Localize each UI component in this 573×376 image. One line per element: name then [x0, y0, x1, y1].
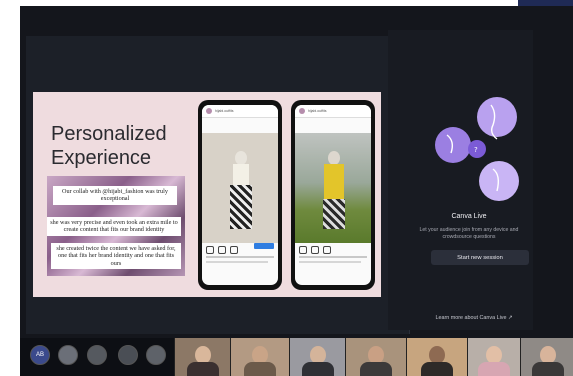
- participant-video-5[interactable]: [406, 338, 467, 376]
- post-username-1: hijabi.outfits: [215, 109, 234, 113]
- post-header-2: hijabi.outfits: [295, 105, 371, 118]
- post-cta-button-1: [254, 243, 274, 249]
- heart-icon: [206, 246, 214, 254]
- post-caption-line-2: [299, 261, 361, 263]
- presentation-slide: Personalized Experience Our collab with …: [33, 92, 381, 297]
- post-photo-2: [295, 133, 371, 243]
- phone-screen-2: hijabi.outfits: [295, 105, 371, 285]
- heart-icon: [299, 246, 307, 254]
- learn-more-link[interactable]: Learn more about Canva Live ↗: [404, 315, 544, 321]
- canva-live-illustration: ?: [435, 97, 519, 201]
- testimonial-caption-1: Our collab with @hijabi_fashion was trul…: [53, 186, 177, 205]
- share-icon: [230, 246, 238, 254]
- model-figure-2: [323, 151, 345, 231]
- profile-avatar-icon: [299, 108, 305, 114]
- start-new-session-button[interactable]: Start new session: [431, 250, 529, 265]
- participant-avatar-5[interactable]: [146, 345, 166, 365]
- post-likes-line-1: [206, 256, 274, 258]
- slide-headline-line-2: Experience: [51, 147, 152, 169]
- testimonial-caption-3: she created twice the content we have as…: [51, 243, 181, 270]
- post-actions-1: [206, 246, 238, 254]
- participant-video-7[interactable]: [520, 338, 573, 376]
- phone-mockup-1: hijabi.outfits: [198, 100, 282, 290]
- participant-avatar-2[interactable]: [58, 345, 78, 365]
- question-mark-icon: ?: [474, 146, 478, 154]
- participant-avatar-1[interactable]: AB: [30, 345, 50, 365]
- comment-icon: [218, 246, 226, 254]
- model-figure-1: [230, 151, 252, 231]
- participant-video-3[interactable]: [289, 338, 345, 376]
- participant-video-2[interactable]: [230, 338, 289, 376]
- post-username-2: hijabi.outfits: [308, 109, 327, 113]
- post-header-1: hijabi.outfits: [202, 105, 278, 118]
- comment-icon: [311, 246, 319, 254]
- share-icon: [323, 246, 331, 254]
- phone-screen-1: hijabi.outfits: [202, 105, 278, 285]
- post-likes-line-2: [299, 256, 367, 258]
- profile-avatar-icon: [206, 108, 212, 114]
- canva-live-description: Let your audience join from any device a…: [419, 227, 519, 240]
- participant-video-6[interactable]: [467, 338, 520, 376]
- post-photo-1: [202, 133, 278, 243]
- testimonial-caption-2: she was very precise and even took an ex…: [47, 217, 181, 236]
- post-actions-2: [299, 246, 331, 254]
- phone-mockup-2: hijabi.outfits: [291, 100, 375, 290]
- canva-live-title: Canva Live: [451, 213, 487, 220]
- participant-avatar-4[interactable]: [118, 345, 138, 365]
- participant-avatar-3[interactable]: [87, 345, 107, 365]
- post-caption-line-1: [206, 261, 268, 263]
- slide-headline: Personalized Experience: [51, 122, 167, 170]
- participant-video-4[interactable]: [345, 338, 406, 376]
- slide-headline-line-1: Personalized: [51, 123, 167, 145]
- illustration-bubble-large: [477, 97, 517, 137]
- participant-video-1[interactable]: [174, 338, 230, 376]
